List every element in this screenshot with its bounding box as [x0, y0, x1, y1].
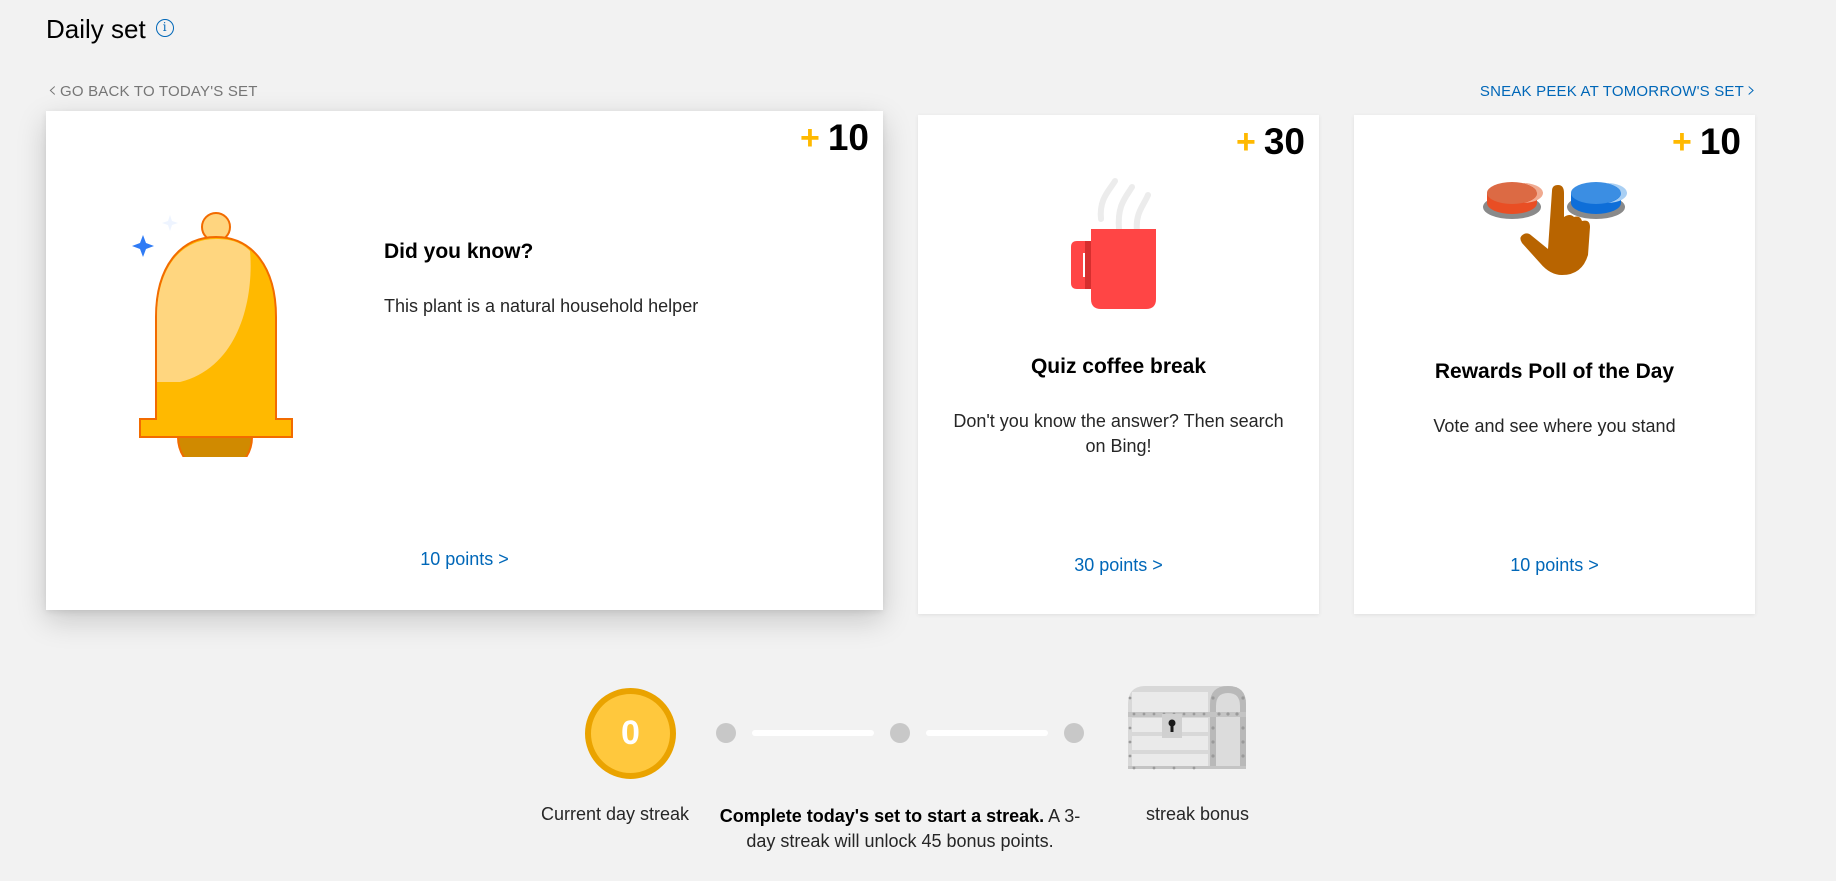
streak-progress-bar	[752, 730, 874, 736]
points-badge: + 10	[800, 117, 869, 159]
points-value: 10	[1699, 121, 1741, 162]
plus-icon: +	[799, 118, 820, 157]
go-back-label: GO BACK TO TODAY'S SET	[60, 82, 258, 100]
card-points-link[interactable]: 10 points >	[1354, 555, 1755, 576]
card-description: Don't you know the answer? Then search o…	[953, 411, 1284, 456]
card-heading: Rewards Poll of the Day	[1434, 360, 1675, 383]
poll-buttons-icon	[1354, 177, 1755, 277]
points-badge: + 30	[1236, 121, 1305, 163]
card-points-link[interactable]: 10 points >	[46, 549, 883, 570]
chevron-left-icon: ‹	[48, 78, 57, 103]
coffee-mug-icon	[918, 175, 1319, 315]
page-title-text: Daily set	[46, 14, 146, 44]
daily-set-card-quiz-coffee-break[interactable]: + 30 Quiz coffee break Don't you know th…	[918, 115, 1319, 614]
sneak-peek-label: SNEAK PEEK AT TOMORROW'S SET	[1479, 82, 1744, 100]
streak-count-coin: 0	[585, 688, 676, 779]
daily-set-card-did-you-know[interactable]: + 10 Did you know? This plant is a natur…	[46, 111, 883, 610]
card-description: Vote and see where you stand	[1433, 416, 1676, 436]
streak-description-bold: Complete today's set to start a streak.	[719, 806, 1045, 826]
card-heading: Quiz coffee break	[1030, 355, 1207, 378]
points-value: 30	[1263, 121, 1305, 162]
plus-icon: +	[1235, 122, 1256, 161]
bell-icon	[120, 207, 310, 478]
current-day-streak-label: Current day streak	[541, 804, 690, 824]
info-icon[interactable]: i	[155, 19, 174, 37]
daily-set-page: Daily set i ‹ GO BACK TO TODAY'S SET SNE…	[0, 0, 1836, 881]
points-value: 10	[827, 117, 869, 158]
streak-bonus-label: streak bonus	[1146, 804, 1250, 824]
streak-progress-dot	[716, 723, 736, 743]
streak-description: Complete today's set to start a streak. …	[708, 804, 1092, 854]
daily-set-card-rewards-poll[interactable]: + 10 Rewards Poll of the Day Vote and se…	[1354, 115, 1755, 614]
page-title: Daily set i	[46, 14, 174, 45]
streak-progress-dot	[1064, 723, 1084, 743]
go-back-to-todays-set-link[interactable]: ‹ GO BACK TO TODAY'S SET	[48, 78, 258, 103]
card-points-link[interactable]: 30 points >	[918, 555, 1319, 576]
streak-progress-bar	[926, 730, 1048, 736]
card-heading: Did you know?	[384, 240, 534, 263]
plus-icon: +	[1671, 122, 1692, 161]
card-description: This plant is a natural household helper	[384, 296, 699, 316]
sneak-peek-tomorrow-link[interactable]: SNEAK PEEK AT TOMORROW'S SET ›	[1479, 78, 1756, 103]
streak-progress-dot	[890, 723, 910, 743]
treasure-chest-icon	[1124, 684, 1250, 775]
chevron-right-icon: ›	[1747, 78, 1756, 103]
points-badge: + 10	[1672, 121, 1741, 163]
